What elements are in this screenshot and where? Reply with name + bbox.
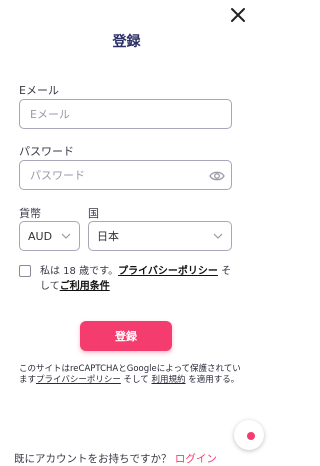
chat-widget-button[interactable] [234, 420, 264, 450]
password-label: パスワード [19, 145, 74, 158]
currency-select[interactable]: AUD [19, 221, 80, 251]
password-field[interactable] [20, 161, 231, 189]
registration-page: 登録 Eメール パスワード 貨幣 AUD 国 日本 私は 18 歳です。プライバ… [0, 0, 264, 466]
login-prompt: 既にアカウントをお持ちですか？ ログイン [14, 451, 253, 466]
privacy-policy-link[interactable]: プライバシーポリシー [118, 266, 218, 277]
email-label: Eメール [19, 84, 59, 97]
login-link[interactable]: ログイン [175, 453, 217, 465]
close-icon[interactable] [229, 6, 247, 24]
eye-icon[interactable] [209, 169, 225, 183]
recaptcha-middle: そして [120, 375, 152, 385]
country-label: 国 [88, 207, 99, 220]
recaptcha-privacy-link[interactable]: プライバシーポリシー [36, 375, 121, 385]
currency-label: 貨幣 [19, 207, 41, 220]
page-title: 登録 [112, 34, 141, 50]
terms-prefix: 私は 18 歳です。 [40, 266, 119, 277]
terms-of-use-link[interactable]: ご利用条件 [60, 281, 110, 292]
terms-text: 私は 18 歳です。プライバシーポリシー そしてご利用条件 [40, 264, 240, 294]
email-field[interactable] [20, 100, 231, 128]
recaptcha-terms-link[interactable]: 利用規約 [152, 375, 186, 385]
password-field-wrapper [19, 160, 232, 190]
email-field-wrapper [19, 99, 232, 129]
age-terms-checkbox[interactable] [19, 265, 31, 277]
recaptcha-notice: このサイトはreCAPTCHAとGoogleによって保護されていますプライバシー… [19, 364, 241, 386]
recaptcha-suffix: を適用する。 [185, 375, 240, 385]
country-select[interactable]: 日本 [88, 221, 232, 251]
country-value: 日本 [97, 230, 119, 243]
chevron-down-icon [61, 233, 71, 239]
currency-value: AUD [28, 229, 53, 243]
chat-icon [247, 432, 255, 440]
register-button[interactable]: 登録 [80, 321, 172, 351]
login-prompt-text: 既にアカウントをお持ちですか？ [14, 453, 172, 465]
chevron-down-icon [213, 233, 223, 239]
